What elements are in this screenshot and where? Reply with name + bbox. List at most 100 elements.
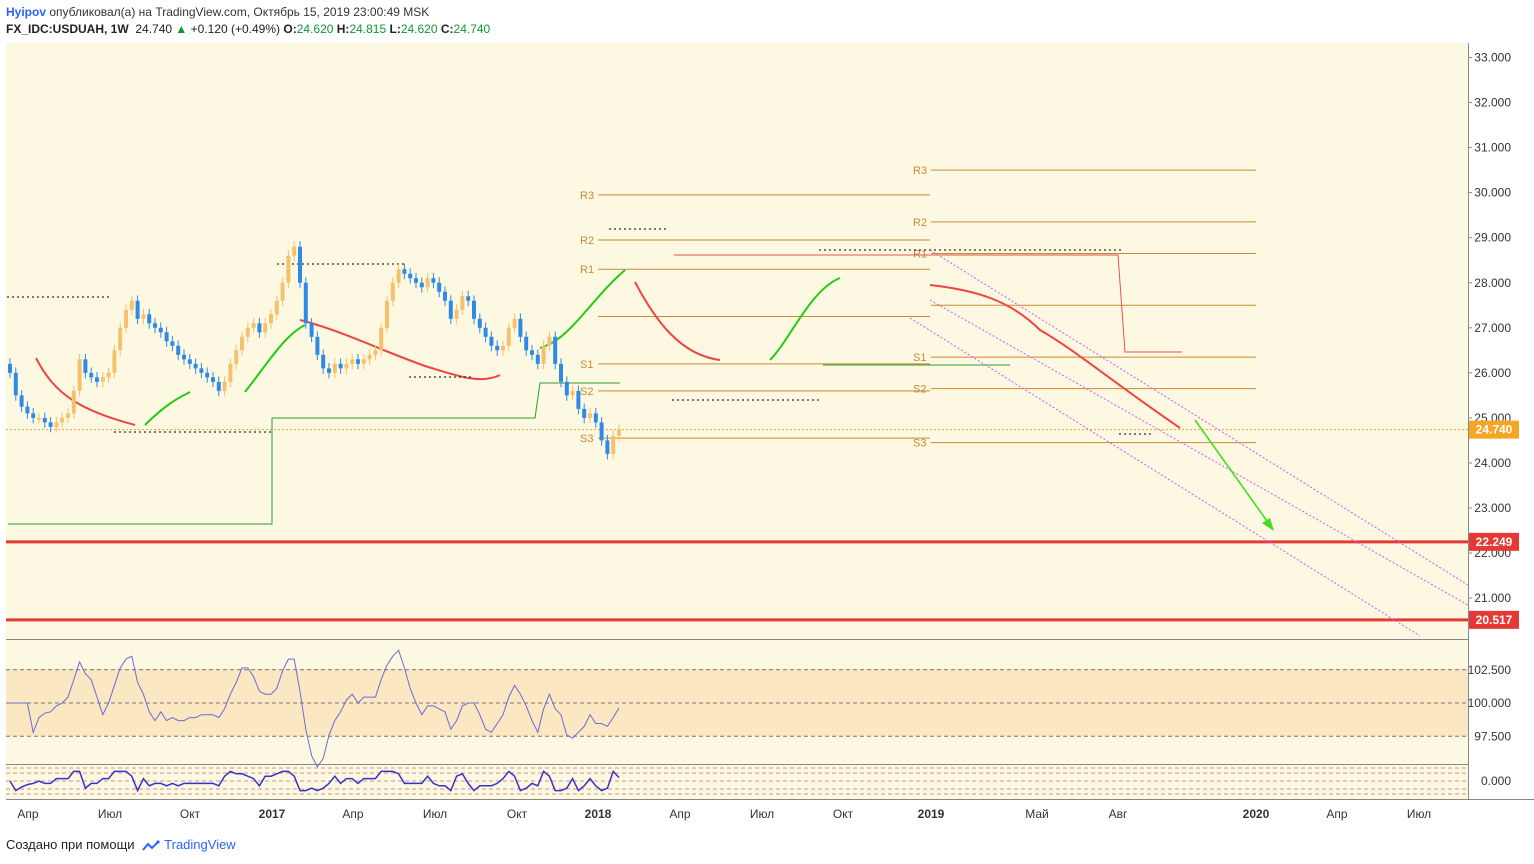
price-tick-label: 30.000 <box>1474 186 1511 200</box>
dotted-level-dot <box>97 296 99 298</box>
dotted-level-dot <box>244 431 246 433</box>
candle-body <box>147 314 152 324</box>
candle-body <box>599 422 604 441</box>
dotted-level-dot <box>249 431 251 433</box>
candle-body <box>303 282 308 324</box>
dotted-level-dot <box>737 399 739 401</box>
dotted-level-dot <box>264 431 266 433</box>
candle-body <box>286 255 291 283</box>
candle-body <box>617 429 621 436</box>
chart-canvas[interactable]: R3R2R1S1S2S3R3R2R1S1S2S3 33.00032.00031.… <box>0 0 1534 864</box>
dotted-level-dot <box>392 263 394 265</box>
dotted-level-dot <box>87 296 89 298</box>
dotted-level-dot <box>214 431 216 433</box>
dotted-level-dot <box>1124 433 1126 435</box>
dotted-level-dot <box>914 249 916 251</box>
dotted-level-dot <box>974 249 976 251</box>
dotted-level-dot <box>42 296 44 298</box>
tradingview-link[interactable]: TradingView <box>164 837 236 852</box>
publish-line: Hyipov опубликовал(а) на TradingView.com… <box>6 5 429 19</box>
candle-body <box>489 336 494 346</box>
dotted-level-dot <box>164 431 166 433</box>
dotted-level-dot <box>1024 249 1026 251</box>
candle-body <box>100 377 105 382</box>
author-link[interactable]: Hyipov <box>6 5 46 19</box>
dotted-level-dot <box>107 296 109 298</box>
dotted-level-dot <box>904 249 906 251</box>
candle-body <box>385 300 389 328</box>
candle-body <box>315 336 320 355</box>
dotted-level-dot <box>959 249 961 251</box>
dotted-level-dot <box>1039 249 1041 251</box>
dotted-level-dot <box>682 399 684 401</box>
candle-body <box>234 350 239 364</box>
candle-body <box>292 246 297 256</box>
candle-body <box>466 296 471 301</box>
dotted-level-dot <box>269 431 271 433</box>
pivot-2019-label-s1: S1 <box>913 352 926 364</box>
dotted-level-dot <box>1059 249 1061 251</box>
dotted-level-dot <box>1064 249 1066 251</box>
price-tick-label: 28.000 <box>1474 276 1511 290</box>
candle-body <box>611 435 616 454</box>
candle-body <box>605 440 610 454</box>
candle-body <box>211 377 215 382</box>
dotted-level-dot <box>844 249 846 251</box>
dotted-level-dot <box>944 249 946 251</box>
candle-body <box>356 359 360 364</box>
time-axis-label: Май <box>1025 807 1049 821</box>
candle-body <box>425 278 430 288</box>
dotted-level-dot <box>154 431 156 433</box>
dotted-level-dot <box>189 431 191 433</box>
price-tick-label: 24.000 <box>1474 456 1511 470</box>
dotted-level-dot <box>1149 433 1151 435</box>
candle-body <box>547 336 552 346</box>
dotted-level-dot <box>377 263 379 265</box>
dotted-level-dot <box>439 376 441 378</box>
dotted-level-dot <box>964 249 966 251</box>
dotted-level-dot <box>884 249 886 251</box>
dotted-level-dot <box>1049 249 1051 251</box>
dotted-level-dot <box>1089 249 1091 251</box>
time-axis-label: Апр <box>17 807 39 821</box>
dotted-level-dot <box>259 431 261 433</box>
last-value: 24.740 <box>135 22 173 36</box>
candle-body <box>251 323 256 328</box>
dotted-level-dot <box>347 263 349 265</box>
candle-body <box>373 350 378 355</box>
dotted-level-dot <box>327 263 329 265</box>
dotted-level-dot <box>1069 249 1071 251</box>
dotted-level-dot <box>979 249 981 251</box>
candle-body <box>176 345 181 355</box>
dotted-level-dot <box>1009 249 1011 251</box>
candle-body <box>66 413 70 418</box>
dotted-level-dot <box>1114 249 1116 251</box>
dotted-level-dot <box>1104 249 1106 251</box>
dotted-level-dot <box>894 249 896 251</box>
time-axis-label: Июл <box>98 807 122 821</box>
symbol-label[interactable]: FX_IDC:USDUAH, 1W <box>6 22 129 36</box>
dotted-level-dot <box>332 263 334 265</box>
open-label: O: <box>283 22 297 36</box>
dotted-level-dot <box>362 263 364 265</box>
dotted-level-dot <box>1109 249 1111 251</box>
candle-body <box>222 381 227 391</box>
candle-body <box>77 359 82 391</box>
candle-body <box>112 350 117 373</box>
dotted-level-dot <box>114 431 116 433</box>
dotted-level-dot <box>834 249 836 251</box>
time-axis-label: Окт <box>833 807 854 821</box>
dotted-level-dot <box>934 249 936 251</box>
candle-body <box>524 336 529 351</box>
dotted-level-dot <box>454 376 456 378</box>
candle-body <box>193 363 198 369</box>
dotted-level-dot <box>254 431 256 433</box>
dotted-level-dot <box>1144 433 1146 435</box>
dotted-level-dot <box>692 399 694 401</box>
pivot-2018-label-s1: S1 <box>580 359 593 371</box>
dotted-level-dot <box>727 399 729 401</box>
pivot-2019-label-s3: S3 <box>913 438 926 450</box>
dotted-level-dot <box>179 431 181 433</box>
candle-body <box>106 372 111 378</box>
time-axis-label: Окт <box>507 807 528 821</box>
